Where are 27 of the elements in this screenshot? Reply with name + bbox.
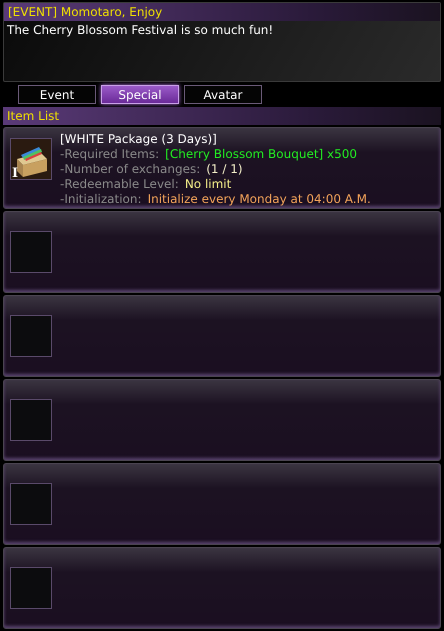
detail-label: -Initialization: <box>60 192 142 207</box>
empty-slot <box>10 567 52 609</box>
detail-label: -Required Items: <box>60 147 160 162</box>
notice-message: The Cherry Blossom Festival is so much fun! <box>6 22 274 39</box>
detail-label: -Number of exchanges: <box>60 162 200 177</box>
tab[interactable]: Special <box>101 85 179 104</box>
item-row[interactable]: I [WHITE Package (3 Days)] -Required Items: [Cherry Blossom Bouquet] x500 -Number of exchanges: (1 / 1) -Redeemable Level: No limit -Initialization: Initialize every Monday at 04:00 A.M. <box>3 127 441 209</box>
empty-slot <box>10 399 52 441</box>
grade-label: I <box>12 166 18 181</box>
tab[interactable]: Event <box>18 85 96 104</box>
detail-value: Initialize every Monday at 04:00 A.M. <box>148 192 371 207</box>
tab[interactable]: Avatar <box>184 85 262 104</box>
item-row[interactable] <box>3 295 441 377</box>
detail-value: (1 / 1) <box>206 162 243 177</box>
empty-slot <box>10 483 52 525</box>
detail-label: -Redeemable Level: <box>60 177 179 192</box>
item-name: [WHITE Package (3 Days)] <box>60 132 218 147</box>
detail-value: No limit <box>184 177 232 192</box>
item-row[interactable] <box>3 463 441 545</box>
notice-title: [EVENT] Momotaro, Enjoy <box>4 3 440 21</box>
empty-slot <box>10 315 52 357</box>
item-row[interactable] <box>3 379 441 461</box>
item-row[interactable] <box>3 547 441 629</box>
item-row[interactable] <box>3 211 441 293</box>
empty-slot <box>10 231 52 273</box>
detail-value: [Cherry Blossom Bouquet] x500 <box>165 147 358 162</box>
item-list-header: Item List <box>3 107 441 125</box>
